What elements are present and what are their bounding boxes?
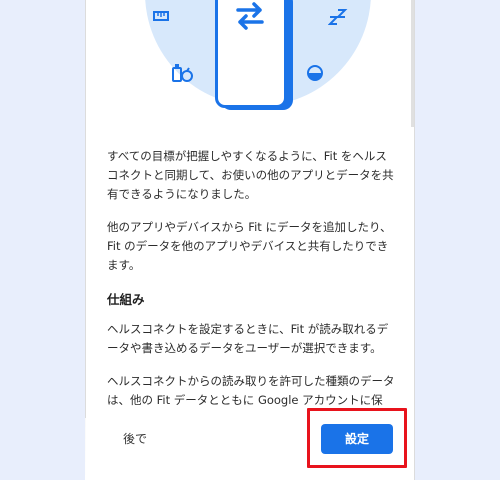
- intro-paragraph: すべての目標が把握しやすくなるように、Fit をヘルスコネクトと同期して、お使い…: [107, 149, 394, 201]
- section-heading: 仕組み: [107, 292, 145, 307]
- scrollbar[interactable]: [411, 0, 415, 127]
- setup-paragraph: ヘルスコネクトを設定するときに、Fit が読み取れるデータや書き込めるデータをユ…: [107, 322, 389, 355]
- phone-illustration: [215, 0, 287, 108]
- highlight-box: [307, 408, 407, 468]
- ruler-icon: [153, 11, 169, 21]
- sleep-zzz-icon: [328, 9, 348, 25]
- water-drop-icon: [307, 65, 323, 81]
- share-paragraph: 他のアプリやデバイスから Fit にデータを追加したり、Fit のデータを他のア…: [107, 220, 392, 272]
- info-content: すべての目標が把握しやすくなるように、Fit をヘルスコネクトと同期して、お使い…: [107, 147, 397, 424]
- hero-illustration: [85, 0, 415, 140]
- later-button[interactable]: 後で: [115, 428, 155, 450]
- sync-arrows-icon: [236, 2, 264, 30]
- permission-paragraph: ヘルスコネクトからの読み取りを許可した種類のデータは、他の Fit データととも…: [107, 374, 395, 407]
- nutrition-icon: [172, 64, 193, 82]
